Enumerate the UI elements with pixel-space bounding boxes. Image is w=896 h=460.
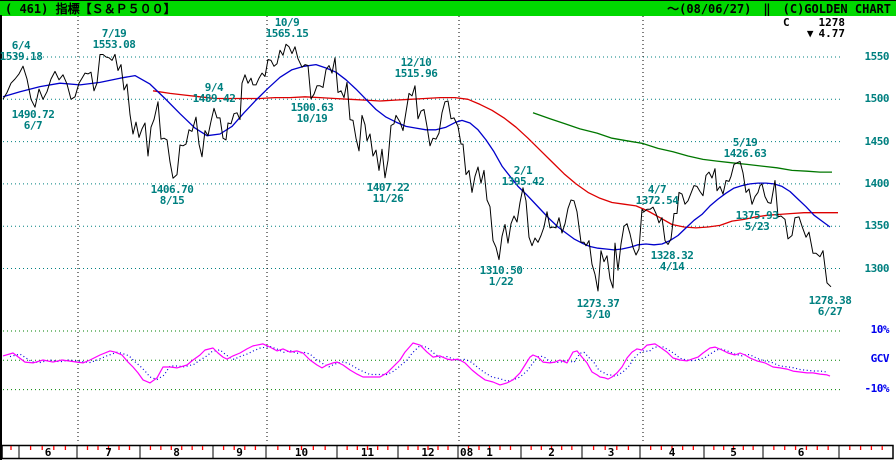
month-label: 5	[730, 446, 737, 459]
percent-axis-label: GCV	[870, 352, 890, 366]
price-axis-label: 1550	[864, 50, 890, 63]
percent-axis-label: -10%	[864, 381, 890, 395]
price-axis-label: 1300	[864, 261, 890, 275]
month-label: 6	[44, 446, 52, 459]
month-label: 2	[548, 446, 555, 459]
swing-annotation: 10/9 1565.15	[265, 16, 309, 40]
swing-annotation: 1273.37 3/10	[576, 297, 620, 321]
month-label: 10	[294, 446, 309, 459]
close-label: C	[783, 16, 790, 29]
swing-annotation: 1375.93 5/23	[735, 209, 779, 233]
swing-annotation: 5/19 1426.63	[723, 136, 767, 160]
month-label: 3	[607, 446, 615, 459]
swing-annotation: 9/4 1489.42	[192, 81, 236, 105]
swing-annotation: 1328.32 4/14	[650, 249, 694, 273]
month-label: 8	[173, 446, 180, 459]
swing-annotation: 12/10 1515.96	[394, 56, 438, 80]
month-label: 9	[236, 446, 243, 459]
swing-annotation: 1490.72 6/7	[11, 108, 55, 132]
price-axis-label: 1500	[864, 92, 890, 106]
month-label: 4	[668, 446, 676, 459]
swing-annotation: 1500.63 10/19	[290, 101, 334, 125]
swing-annotation: 2/1 1395.42	[501, 164, 545, 188]
swing-annotation: 1278.38 6/27	[808, 294, 852, 318]
change-value: 4.77	[818, 27, 846, 40]
month-label: 12	[421, 446, 435, 459]
swing-annotation: 7/19 1553.08	[92, 27, 136, 51]
chart-left-border	[0, 15, 2, 460]
swing-annotation: 6/4 1539.18	[0, 39, 43, 63]
down-triangle-icon: ▼	[806, 27, 814, 40]
month-label: 1	[486, 446, 493, 459]
quote-block: C 1278 ▼ 4.77	[783, 17, 845, 39]
swing-annotation: 4/7 1372.54	[635, 183, 679, 207]
swing-annotation: 1407.22 11/26	[366, 181, 410, 205]
swing-annotation: 1406.70 8/15	[150, 183, 194, 207]
price-axis-label: 1450	[864, 134, 890, 148]
price-axis-label: 1350	[864, 219, 890, 233]
year-label: 08	[460, 446, 474, 459]
price-axis-label: 1400	[864, 176, 890, 190]
month-label: 7	[105, 446, 112, 459]
month-label: 11	[360, 446, 375, 459]
swing-annotation: 1310.50 1/22	[479, 264, 523, 288]
golden-chart-window: ( 461) 指標【Ｓ＆Ｐ５００】 ～(08/06/27) ‖ (C)GOLDE…	[0, 0, 896, 460]
percent-axis-label: 10%	[870, 323, 890, 336]
month-label: 6	[797, 446, 805, 459]
